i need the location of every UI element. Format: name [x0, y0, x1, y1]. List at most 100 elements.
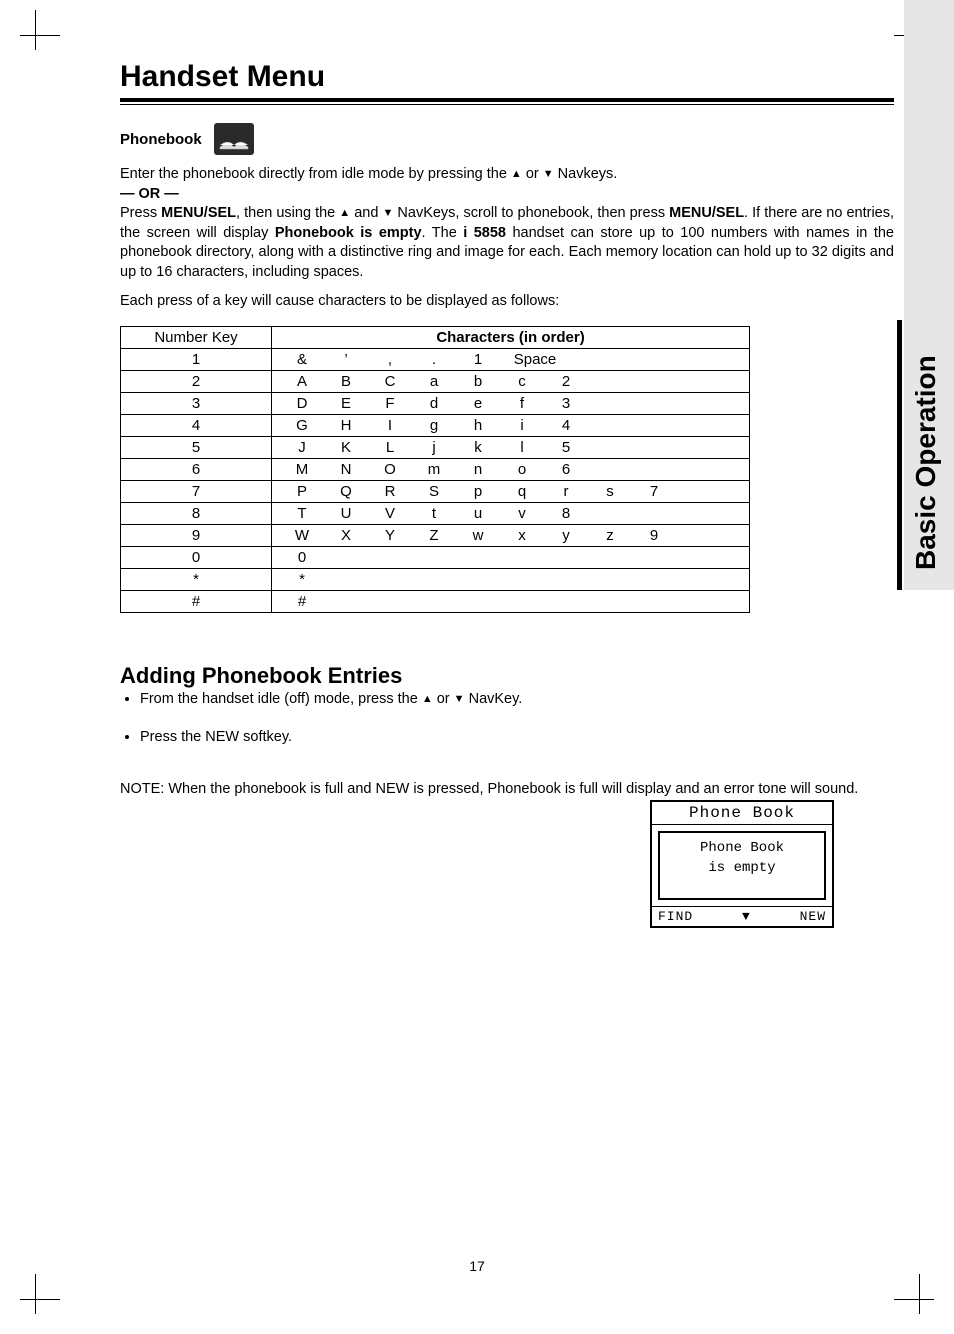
text: or	[522, 166, 543, 182]
text: NEW	[376, 781, 410, 797]
table-cell-key: #	[121, 590, 272, 612]
list-item: Press the NEW softkey.	[140, 729, 894, 745]
table-cell-chars: GHIghi4	[272, 414, 750, 436]
char-value: *	[280, 571, 324, 588]
char-value: I	[368, 417, 412, 434]
char-value: B	[324, 373, 368, 390]
table-cell-chars: MNOmno6	[272, 458, 750, 480]
char-value: .	[412, 351, 456, 368]
side-tab: Basic Operation	[904, 0, 954, 590]
char-value: a	[412, 373, 456, 390]
table-row: 8TUVtuv8	[121, 502, 750, 524]
char-value: r	[544, 483, 588, 500]
text: MENU/SEL	[161, 205, 236, 221]
char-value: t	[412, 505, 456, 522]
char-value: S	[412, 483, 456, 500]
char-value: w	[456, 527, 500, 544]
title-underline	[120, 98, 894, 105]
char-value: P	[280, 483, 324, 500]
lcd-line: Phone Book	[660, 839, 824, 859]
char-value: e	[456, 395, 500, 412]
table-cell-chars: JKLjkl5	[272, 436, 750, 458]
char-value: O	[368, 461, 412, 478]
char-value: m	[412, 461, 456, 478]
side-tab-label: Basic Operation	[910, 355, 942, 570]
char-value: Q	[324, 483, 368, 500]
char-value: 9	[632, 527, 676, 544]
table-cell-key: 2	[121, 370, 272, 392]
char-value: Z	[412, 527, 456, 544]
table-cell-key: *	[121, 568, 272, 590]
down-arrow-icon: ▼	[454, 693, 465, 705]
text: Enter the phonebook directly from idle m…	[120, 166, 511, 182]
table-row: **	[121, 568, 750, 590]
char-value: 5	[544, 439, 588, 456]
char-value: C	[368, 373, 412, 390]
crop-mark	[894, 1274, 944, 1324]
table-row: 3DEFdef3	[121, 392, 750, 414]
table-row: 4GHIghi4	[121, 414, 750, 436]
table-cell-chars: TUVtuv8	[272, 502, 750, 524]
table-cell-chars: #	[272, 590, 750, 612]
table-row: 2ABCabc2	[121, 370, 750, 392]
phonebook-icon	[214, 123, 254, 155]
char-value: U	[324, 505, 368, 522]
char-value: 6	[544, 461, 588, 478]
text: Phonebook is full	[488, 781, 598, 797]
char-value: 1	[456, 351, 500, 368]
table-cell-key: 9	[121, 524, 272, 546]
table-cell-key: 6	[121, 458, 272, 480]
table-cell-chars: DEFdef3	[272, 392, 750, 414]
char-value: &	[280, 351, 324, 368]
text: NOTE:	[120, 781, 164, 797]
char-value: W	[280, 527, 324, 544]
down-arrow-icon: ▼	[382, 207, 393, 219]
text: Phonebook is empty	[275, 225, 422, 241]
text: Press the	[140, 729, 205, 745]
text: Press	[120, 205, 161, 221]
char-value: j	[412, 439, 456, 456]
table-cell-chars: &’,.1Space	[272, 348, 750, 370]
char-value: K	[324, 439, 368, 456]
adding-steps: From the handset idle (off) mode, press …	[120, 691, 894, 745]
char-value: ,	[368, 351, 412, 368]
table-row: 6MNOmno6	[121, 458, 750, 480]
table-row: 1&’,.1Space	[121, 348, 750, 370]
text: NavKeys, scroll to phonebook, then press	[393, 205, 669, 221]
adding-heading: Adding Phonebook Entries	[120, 663, 894, 689]
table-cell-key: 3	[121, 392, 272, 414]
crop-mark	[10, 1274, 60, 1324]
char-value: n	[456, 461, 500, 478]
char-value: F	[368, 395, 412, 412]
lcd-softkey-right: NEW	[800, 909, 826, 924]
char-value: d	[412, 395, 456, 412]
down-arrow-icon: ▼	[742, 909, 751, 924]
table-row: 9WXYZwxyz9	[121, 524, 750, 546]
char-value: l	[500, 439, 544, 456]
phonebook-intro: Enter the phonebook directly from idle m…	[120, 165, 894, 282]
table-row: 5JKLjkl5	[121, 436, 750, 458]
table-header-key: Number Key	[121, 326, 272, 348]
text: From the handset idle (off) mode, press …	[140, 691, 422, 707]
text: , then using the	[236, 205, 339, 221]
table-cell-chars: ABCabc2	[272, 370, 750, 392]
char-value: N	[324, 461, 368, 478]
text: softkey.	[239, 729, 292, 745]
page-title: Handset Menu	[120, 60, 894, 94]
char-value: 3	[544, 395, 588, 412]
page-number: 17	[0, 1258, 954, 1274]
char-value: q	[500, 483, 544, 500]
char-value: 4	[544, 417, 588, 434]
table-row: 00	[121, 546, 750, 568]
table-cell-key: 1	[121, 348, 272, 370]
char-value: E	[324, 395, 368, 412]
char-value: Space	[500, 351, 570, 368]
text: When the phonebook is full and	[164, 781, 375, 797]
char-value: p	[456, 483, 500, 500]
lcd-line: is empty	[660, 859, 824, 879]
char-value: f	[500, 395, 544, 412]
up-arrow-icon: ▲	[339, 207, 350, 219]
character-table: Number Key Characters (in order) 1&’,.1S…	[120, 326, 750, 613]
text: . The	[422, 225, 464, 241]
text: i 5858	[463, 225, 506, 241]
